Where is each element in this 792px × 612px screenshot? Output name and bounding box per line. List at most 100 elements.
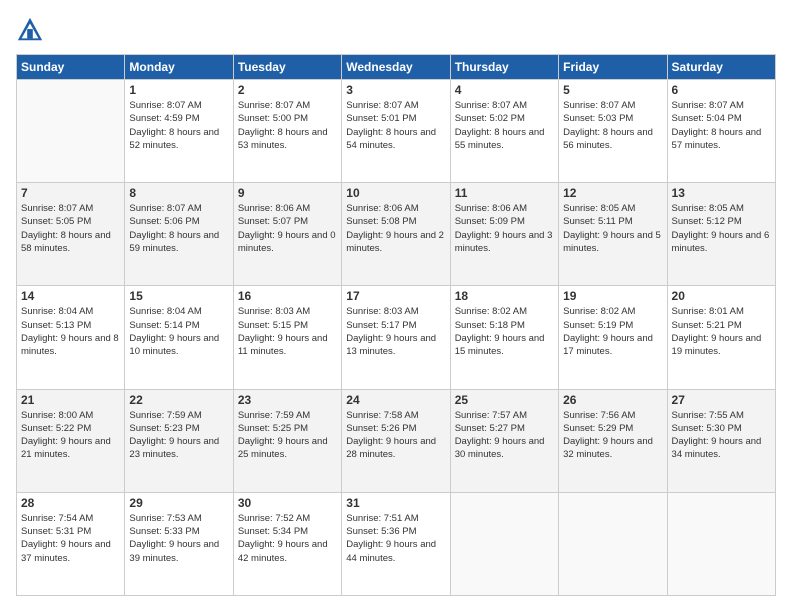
day-info: Sunrise: 7:58 AMSunset: 5:26 PMDaylight:…	[346, 409, 445, 462]
day-info: Sunrise: 7:55 AMSunset: 5:30 PMDaylight:…	[672, 409, 771, 462]
calendar-cell: 23 Sunrise: 7:59 AMSunset: 5:25 PMDayligh…	[233, 389, 341, 492]
calendar-cell: 21 Sunrise: 8:00 AMSunset: 5:22 PMDayligh…	[17, 389, 125, 492]
calendar-cell: 30 Sunrise: 7:52 AMSunset: 5:34 PMDayligh…	[233, 492, 341, 595]
calendar-cell: 14 Sunrise: 8:04 AMSunset: 5:13 PMDayligh…	[17, 286, 125, 389]
day-info: Sunrise: 7:59 AMSunset: 5:23 PMDaylight:…	[129, 409, 228, 462]
day-number: 23	[238, 393, 337, 407]
day-number: 18	[455, 289, 554, 303]
day-number: 28	[21, 496, 120, 510]
day-number: 20	[672, 289, 771, 303]
day-info: Sunrise: 8:06 AMSunset: 5:09 PMDaylight:…	[455, 202, 554, 255]
weekday-header: Monday	[125, 55, 233, 80]
weekday-header: Saturday	[667, 55, 775, 80]
day-info: Sunrise: 8:04 AMSunset: 5:14 PMDaylight:…	[129, 305, 228, 358]
calendar-cell: 27 Sunrise: 7:55 AMSunset: 5:30 PMDayligh…	[667, 389, 775, 492]
weekday-header: Tuesday	[233, 55, 341, 80]
day-info: Sunrise: 8:06 AMSunset: 5:08 PMDaylight:…	[346, 202, 445, 255]
calendar-cell	[667, 492, 775, 595]
day-number: 29	[129, 496, 228, 510]
day-info: Sunrise: 7:53 AMSunset: 5:33 PMDaylight:…	[129, 512, 228, 565]
logo-icon	[16, 16, 44, 44]
day-info: Sunrise: 8:02 AMSunset: 5:18 PMDaylight:…	[455, 305, 554, 358]
calendar-week-row: 21 Sunrise: 8:00 AMSunset: 5:22 PMDayligh…	[17, 389, 776, 492]
calendar-cell: 9 Sunrise: 8:06 AMSunset: 5:07 PMDaylight…	[233, 183, 341, 286]
day-info: Sunrise: 8:07 AMSunset: 5:04 PMDaylight:…	[672, 99, 771, 152]
day-number: 1	[129, 83, 228, 97]
day-info: Sunrise: 8:03 AMSunset: 5:15 PMDaylight:…	[238, 305, 337, 358]
page: SundayMondayTuesdayWednesdayThursdayFrid…	[0, 0, 792, 612]
calendar-cell	[450, 492, 558, 595]
day-number: 27	[672, 393, 771, 407]
calendar-cell: 31 Sunrise: 7:51 AMSunset: 5:36 PMDayligh…	[342, 492, 450, 595]
weekday-header: Friday	[559, 55, 667, 80]
calendar-cell: 6Sunrise: 8:07 AMSunset: 5:04 PMDaylight…	[667, 80, 775, 183]
calendar-cell: 22 Sunrise: 7:59 AMSunset: 5:23 PMDayligh…	[125, 389, 233, 492]
day-number: 16	[238, 289, 337, 303]
calendar-cell: 28 Sunrise: 7:54 AMSunset: 5:31 PMDayligh…	[17, 492, 125, 595]
day-number: 26	[563, 393, 662, 407]
day-number: 10	[346, 186, 445, 200]
logo	[16, 16, 48, 44]
day-number: 2	[238, 83, 337, 97]
day-info: Sunrise: 8:05 AMSunset: 5:12 PMDaylight:…	[672, 202, 771, 255]
day-number: 4	[455, 83, 554, 97]
header	[16, 16, 776, 44]
calendar-cell: 18 Sunrise: 8:02 AMSunset: 5:18 PMDayligh…	[450, 286, 558, 389]
calendar-cell: 15 Sunrise: 8:04 AMSunset: 5:14 PMDayligh…	[125, 286, 233, 389]
day-info: Sunrise: 7:57 AMSunset: 5:27 PMDaylight:…	[455, 409, 554, 462]
day-info: Sunrise: 8:05 AMSunset: 5:11 PMDaylight:…	[563, 202, 662, 255]
day-number: 17	[346, 289, 445, 303]
day-number: 24	[346, 393, 445, 407]
day-info: Sunrise: 8:03 AMSunset: 5:17 PMDaylight:…	[346, 305, 445, 358]
weekday-header: Sunday	[17, 55, 125, 80]
calendar-week-row: 28 Sunrise: 7:54 AMSunset: 5:31 PMDayligh…	[17, 492, 776, 595]
day-number: 5	[563, 83, 662, 97]
calendar-cell: 13Sunrise: 8:05 AMSunset: 5:12 PMDayligh…	[667, 183, 775, 286]
day-number: 31	[346, 496, 445, 510]
day-info: Sunrise: 7:56 AMSunset: 5:29 PMDaylight:…	[563, 409, 662, 462]
day-info: Sunrise: 8:07 AMSunset: 4:59 PMDaylight:…	[129, 99, 228, 152]
calendar-cell: 5 Sunrise: 8:07 AMSunset: 5:03 PMDaylight…	[559, 80, 667, 183]
calendar-cell: 4Sunrise: 8:07 AMSunset: 5:02 PMDaylight…	[450, 80, 558, 183]
day-info: Sunrise: 8:07 AMSunset: 5:05 PMDaylight:…	[21, 202, 120, 255]
day-number: 21	[21, 393, 120, 407]
calendar-cell: 10 Sunrise: 8:06 AMSunset: 5:08 PMDayligh…	[342, 183, 450, 286]
weekday-header: Wednesday	[342, 55, 450, 80]
day-info: Sunrise: 8:07 AMSunset: 5:03 PMDaylight:…	[563, 99, 662, 152]
day-number: 22	[129, 393, 228, 407]
day-number: 25	[455, 393, 554, 407]
day-number: 3	[346, 83, 445, 97]
day-number: 11	[455, 186, 554, 200]
calendar-cell: 26 Sunrise: 7:56 AMSunset: 5:29 PMDayligh…	[559, 389, 667, 492]
calendar-cell: 24 Sunrise: 7:58 AMSunset: 5:26 PMDayligh…	[342, 389, 450, 492]
day-number: 19	[563, 289, 662, 303]
calendar-week-row: 14 Sunrise: 8:04 AMSunset: 5:13 PMDayligh…	[17, 286, 776, 389]
calendar-week-row: 7 Sunrise: 8:07 AMSunset: 5:05 PMDaylight…	[17, 183, 776, 286]
day-info: Sunrise: 7:59 AMSunset: 5:25 PMDaylight:…	[238, 409, 337, 462]
calendar-cell: 1 Sunrise: 8:07 AMSunset: 4:59 PMDaylight…	[125, 80, 233, 183]
day-number: 15	[129, 289, 228, 303]
calendar-cell: 12Sunrise: 8:05 AMSunset: 5:11 PMDayligh…	[559, 183, 667, 286]
day-info: Sunrise: 8:07 AMSunset: 5:01 PMDaylight:…	[346, 99, 445, 152]
calendar-header-row: SundayMondayTuesdayWednesdayThursdayFrid…	[17, 55, 776, 80]
day-info: Sunrise: 8:04 AMSunset: 5:13 PMDaylight:…	[21, 305, 120, 358]
day-number: 30	[238, 496, 337, 510]
calendar-cell: 17 Sunrise: 8:03 AMSunset: 5:17 PMDayligh…	[342, 286, 450, 389]
calendar-cell: 3 Sunrise: 8:07 AMSunset: 5:01 PMDaylight…	[342, 80, 450, 183]
day-number: 8	[129, 186, 228, 200]
calendar-cell	[17, 80, 125, 183]
calendar-cell: 25 Sunrise: 7:57 AMSunset: 5:27 PMDayligh…	[450, 389, 558, 492]
day-info: Sunrise: 8:07 AMSunset: 5:06 PMDaylight:…	[129, 202, 228, 255]
day-info: Sunrise: 7:52 AMSunset: 5:34 PMDaylight:…	[238, 512, 337, 565]
day-number: 9	[238, 186, 337, 200]
day-number: 14	[21, 289, 120, 303]
day-number: 7	[21, 186, 120, 200]
day-info: Sunrise: 7:51 AMSunset: 5:36 PMDaylight:…	[346, 512, 445, 565]
day-info: Sunrise: 8:06 AMSunset: 5:07 PMDaylight:…	[238, 202, 337, 255]
calendar-cell: 11 Sunrise: 8:06 AMSunset: 5:09 PMDayligh…	[450, 183, 558, 286]
day-info: Sunrise: 8:00 AMSunset: 5:22 PMDaylight:…	[21, 409, 120, 462]
calendar-cell: 8 Sunrise: 8:07 AMSunset: 5:06 PMDaylight…	[125, 183, 233, 286]
calendar-week-row: 1 Sunrise: 8:07 AMSunset: 4:59 PMDaylight…	[17, 80, 776, 183]
calendar-cell: 7 Sunrise: 8:07 AMSunset: 5:05 PMDaylight…	[17, 183, 125, 286]
day-info: Sunrise: 7:54 AMSunset: 5:31 PMDaylight:…	[21, 512, 120, 565]
